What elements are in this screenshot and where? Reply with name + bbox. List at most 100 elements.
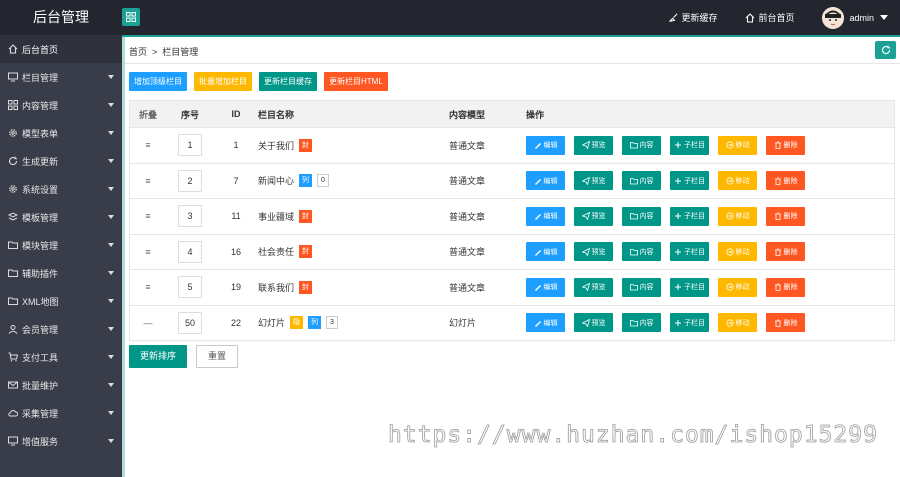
content-button[interactable]: 内容: [622, 171, 661, 191]
table-body: ≡1关于我们封普通文章编辑预览内容子栏目移动删除≡7新闻中心列0普通文章编辑预览…: [130, 127, 894, 340]
reset-button[interactable]: 重置: [196, 345, 239, 368]
preview-button[interactable]: 预览: [574, 206, 613, 226]
fold-toggle[interactable]: ≡: [130, 211, 166, 221]
content-button[interactable]: 内容: [622, 277, 661, 297]
subcategory-button[interactable]: 子栏目: [670, 206, 709, 226]
content-button[interactable]: 内容: [622, 313, 661, 333]
sidebar-toggle-button[interactable]: [122, 8, 140, 26]
subcategory-button[interactable]: 子栏目: [670, 277, 709, 297]
edit-button[interactable]: 编辑: [526, 313, 565, 333]
delete-label: 删除: [783, 213, 798, 221]
pencil-icon: [534, 320, 541, 327]
breadcrumb-home[interactable]: 首页: [129, 47, 147, 57]
move-button[interactable]: 移动: [718, 313, 757, 333]
sidebar-item[interactable]: 栏目管理: [0, 63, 122, 91]
breadcrumb-separator: >: [152, 47, 158, 57]
edit-button[interactable]: 编辑: [526, 277, 565, 297]
sidebar-item[interactable]: 系统设置: [0, 175, 122, 203]
content-button[interactable]: 内容: [622, 206, 661, 226]
content-button[interactable]: 内容: [622, 135, 661, 155]
move-button[interactable]: 移动: [718, 135, 757, 155]
edit-button[interactable]: 编辑: [526, 206, 565, 226]
edit-label: 编辑: [543, 248, 558, 256]
sidebar-item[interactable]: 模板管理: [0, 203, 122, 231]
sidebar-item[interactable]: 生成更新: [0, 147, 122, 175]
sort-order-input[interactable]: [178, 276, 202, 299]
sidebar-item[interactable]: 后台首页: [0, 35, 122, 63]
row-actions: 编辑 预览 内容 子栏目 移动 删除: [526, 313, 894, 333]
content-model: 普通文章: [449, 176, 486, 187]
preview-button[interactable]: 预览: [574, 135, 613, 155]
move-button[interactable]: 移动: [718, 242, 757, 262]
sort-order-input[interactable]: [178, 240, 202, 263]
update-category-cache-button[interactable]: 更新栏目缓存: [259, 72, 317, 91]
sort-order-input[interactable]: [178, 311, 202, 334]
fold-toggle[interactable]: ≡: [130, 140, 166, 150]
batch-add-category-button[interactable]: 批量增加栏目: [194, 72, 252, 91]
edit-button[interactable]: 编辑: [526, 135, 565, 155]
header-name: 栏目名称: [258, 109, 295, 120]
preview-button[interactable]: 预览: [574, 171, 613, 191]
content-button[interactable]: 内容: [622, 242, 661, 262]
move-button[interactable]: 移动: [718, 277, 757, 297]
edit-button[interactable]: 编辑: [526, 242, 565, 262]
plus-icon: [675, 284, 681, 291]
toolbar: 增加顶级栏目 批量增加栏目 更新栏目缓存 更新栏目HTML: [129, 72, 395, 91]
sidebar-item[interactable]: 辅助插件: [0, 259, 122, 287]
subcategory-button[interactable]: 子栏目: [670, 171, 709, 191]
fold-toggle[interactable]: ≡: [130, 176, 166, 186]
update-sort-button[interactable]: 更新排序: [129, 345, 188, 368]
move-button[interactable]: 移动: [718, 171, 757, 191]
edit-button[interactable]: 编辑: [526, 171, 565, 191]
preview-label: 预览: [591, 248, 606, 256]
sidebar-item[interactable]: 模型表单: [0, 119, 122, 147]
sidebar-item[interactable]: 内容管理: [0, 91, 122, 119]
sidebar-item[interactable]: 会员管理: [0, 315, 122, 343]
breadcrumb-divider: [125, 63, 900, 64]
sidebar-item[interactable]: 批量维护: [0, 371, 122, 399]
fold-toggle[interactable]: ≡: [130, 247, 166, 257]
clear-cache-link[interactable]: 更新缓存: [669, 11, 717, 24]
add-top-category-button[interactable]: 增加顶级栏目: [129, 72, 187, 91]
delete-button[interactable]: 删除: [766, 313, 805, 333]
grid-icon: [126, 12, 136, 22]
delete-button[interactable]: 删除: [766, 242, 805, 262]
sidebar-item[interactable]: 采集管理: [0, 399, 122, 427]
delete-button[interactable]: 删除: [766, 135, 805, 155]
chevron-down-icon: [108, 439, 114, 443]
sort-order-input[interactable]: [178, 169, 202, 192]
row-actions: 编辑 预览 内容 子栏目 移动 删除: [526, 135, 894, 155]
preview-button[interactable]: 预览: [574, 313, 613, 333]
sidebar-item[interactable]: XML地图: [0, 287, 122, 315]
sort-order-input[interactable]: [178, 134, 202, 157]
subcategory-button[interactable]: 子栏目: [670, 313, 709, 333]
status-badge: 隐: [290, 316, 304, 330]
home-icon: [746, 12, 755, 23]
delete-button[interactable]: 删除: [766, 277, 805, 297]
sidebar-item[interactable]: 模块管理: [0, 231, 122, 259]
update-category-html-button[interactable]: 更新栏目HTML: [324, 72, 388, 91]
move-button[interactable]: 移动: [718, 206, 757, 226]
move-label: 移动: [735, 248, 750, 256]
move-icon: [725, 319, 734, 327]
content-label: 内容: [639, 213, 654, 221]
sidebar-item[interactable]: 支付工具: [0, 343, 122, 371]
subcategory-label: 子栏目: [684, 213, 705, 221]
clear-cache-label: 更新缓存: [681, 13, 718, 23]
sidebar-item[interactable]: 增值服务: [0, 427, 122, 455]
sort-order-input[interactable]: [178, 205, 202, 228]
subcategory-button[interactable]: 子栏目: [670, 242, 709, 262]
user-menu[interactable]: admin: [822, 6, 888, 29]
delete-button[interactable]: 删除: [766, 171, 805, 191]
frontend-home-link[interactable]: 前台首页: [745, 11, 794, 24]
delete-label: 删除: [783, 284, 798, 292]
preview-button[interactable]: 预览: [574, 277, 613, 297]
subcategory-button[interactable]: 子栏目: [670, 135, 709, 155]
preview-button[interactable]: 预览: [574, 242, 613, 262]
content-label: 内容: [639, 142, 654, 150]
refresh-button[interactable]: [875, 41, 896, 59]
fold-toggle[interactable]: —: [130, 318, 166, 328]
delete-button[interactable]: 删除: [766, 206, 805, 226]
fold-toggle[interactable]: ≡: [130, 282, 166, 292]
trash-icon: [774, 283, 781, 292]
